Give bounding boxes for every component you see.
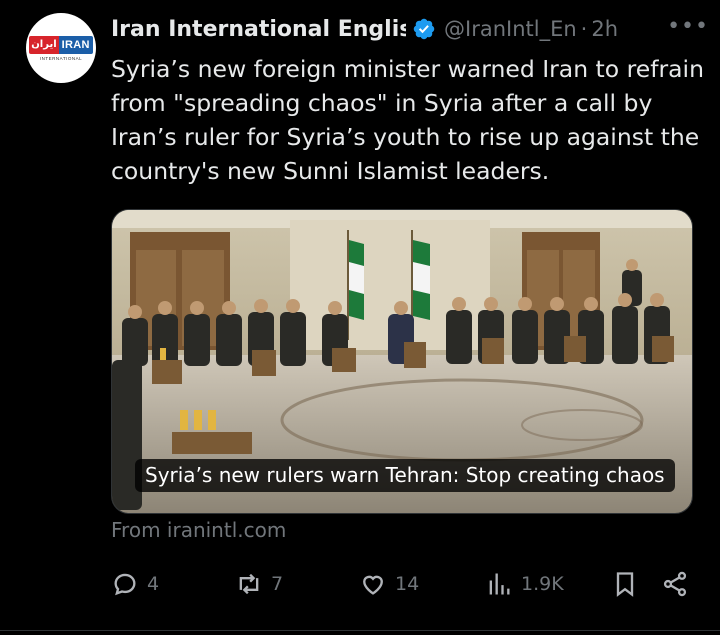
separator-dot: · <box>580 17 588 41</box>
like-count: 14 <box>395 573 420 595</box>
logo-subtext: INTERNATIONAL <box>39 55 83 61</box>
post-time[interactable]: 2h <box>591 17 618 41</box>
views-button[interactable]: 1.9K <box>485 566 564 602</box>
account-name[interactable]: Iran International English <box>111 17 406 42</box>
heart-icon <box>363 575 383 595</box>
divider <box>0 630 720 631</box>
like-button[interactable]: 14 <box>359 566 419 602</box>
views-chart-icon <box>489 573 510 595</box>
logo-english-text: IRAN <box>58 35 93 54</box>
bookmark-icon <box>616 572 634 597</box>
logo-arabic-text: ایران <box>29 35 59 54</box>
views-count: 1.9K <box>521 573 564 595</box>
iran-international-logo: ایران IRAN <box>29 35 93 54</box>
card-source[interactable]: From iranintl.com <box>111 518 286 542</box>
repost-icon <box>239 573 259 595</box>
repost-count: 7 <box>271 573 284 595</box>
bookmark-button[interactable] <box>611 566 639 602</box>
account-handle[interactable]: @IranIntl_En <box>444 17 577 41</box>
share-icon <box>663 571 687 597</box>
tweet-header: Iran International English @IranIntl_En … <box>111 12 709 46</box>
more-options-icon[interactable]: ••• <box>667 14 709 39</box>
tweet-text: Syria’s new foreign minister warned Iran… <box>111 55 704 185</box>
reply-count: 4 <box>147 573 160 595</box>
repost-button[interactable]: 7 <box>235 566 283 602</box>
share-button[interactable] <box>661 566 689 602</box>
action-bar: 4 7 14 1.9K <box>111 566 709 602</box>
reply-button[interactable]: 4 <box>111 566 159 602</box>
card-caption: Syria’s new rulers warn Tehran: Stop cre… <box>135 459 675 492</box>
verified-badge-icon[interactable] <box>412 17 436 41</box>
avatar[interactable]: ایران IRAN INTERNATIONAL <box>26 13 96 83</box>
reply-icon <box>114 573 136 596</box>
